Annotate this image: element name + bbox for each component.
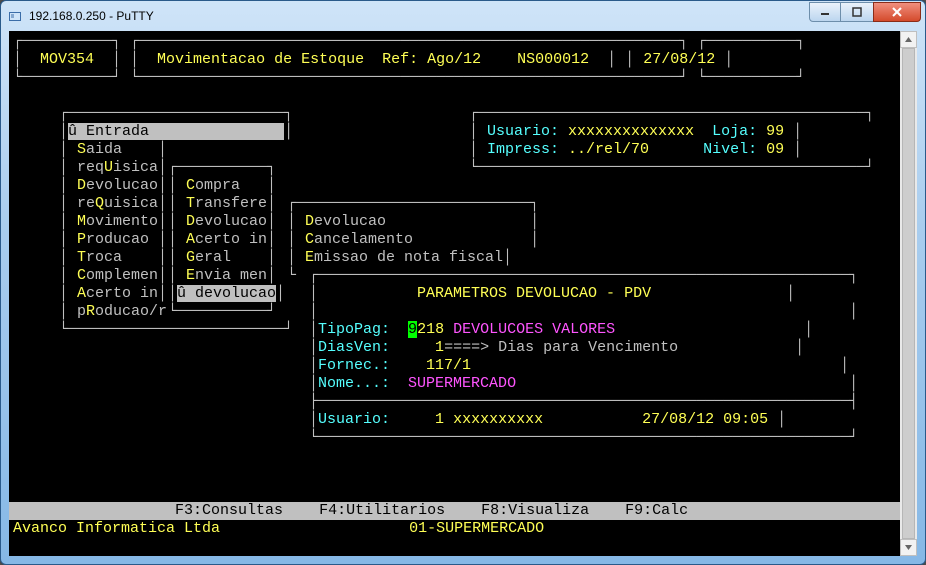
header-date: 27/08/12 <box>643 51 715 68</box>
usuario-value: xxxxxxxxxxxxxx <box>568 123 694 140</box>
panel-title: PARAMETROS DEVOLUCAO - PDV <box>417 285 651 302</box>
header-ref: Ref: Ago/12 <box>382 51 481 68</box>
p-usuario-value: 1 <box>435 411 444 428</box>
f4-label[interactable]: F4:Utilitarios <box>319 502 445 519</box>
company-name: Avanco Informatica Ltda <box>13 520 220 537</box>
diasven-label: DiasVen: <box>318 339 390 356</box>
tipopag-desc: DEVOLUCOES VALORES <box>453 321 615 338</box>
impress-label: Impress: <box>487 141 559 158</box>
minimize-button[interactable] <box>809 2 841 22</box>
nome-value: SUPERMERCADO <box>408 375 516 392</box>
window-frame: 192.168.0.250 - PuTTY ┌──────────┐ ┌────… <box>0 0 926 565</box>
loja-label: Loja: <box>712 123 757 140</box>
close-button[interactable] <box>873 2 921 22</box>
fornec-label: Fornec.: <box>318 357 390 374</box>
usuario-label: Usuario: <box>487 123 559 140</box>
window-title: 192.168.0.250 - PuTTY <box>29 9 154 23</box>
window-buttons <box>809 1 921 22</box>
nivel-label: Nivel: <box>703 141 757 158</box>
fornec-value: 117/1 <box>426 357 471 374</box>
header-title: Movimentacao de Estoque <box>157 51 364 68</box>
store-name: 01-SUPERMERCADO <box>409 520 544 537</box>
p-usuario-label: Usuario: <box>318 411 390 428</box>
p-usuario-name: xxxxxxxxxx <box>453 411 543 428</box>
p-datetime: 27/08/12 09:05 <box>642 411 768 428</box>
maximize-button[interactable] <box>841 2 873 22</box>
f8-label[interactable]: F8:Visualiza <box>481 502 589 519</box>
diasven-desc: ====> Dias para Vencimento <box>444 339 678 356</box>
tipopag-rest: 218 <box>417 321 444 338</box>
menu2-selected[interactable]: û devolucao <box>177 285 276 302</box>
header-ns: NS000012 <box>517 51 589 68</box>
loja-value: 99 <box>766 123 784 140</box>
putty-icon <box>7 8 23 24</box>
tipopag-cursor[interactable]: 9 <box>408 321 417 338</box>
f9-label[interactable]: F9:Calc <box>625 502 688 519</box>
f3-label[interactable]: F3:Consultas <box>175 502 283 519</box>
impress-value: ../rel/70 <box>568 141 649 158</box>
nome-label: Nome...: <box>318 375 390 392</box>
nivel-value: 09 <box>766 141 784 158</box>
terminal[interactable]: ┌──────────┐ ┌──────────────────────────… <box>9 31 917 556</box>
titlebar[interactable]: 192.168.0.250 - PuTTY <box>1 1 925 31</box>
menu1-selected[interactable]: û Entrada <box>68 123 149 140</box>
diasven-value: 1 <box>435 339 444 356</box>
header-code: MOV354 <box>40 51 94 68</box>
tipopag-label: TipoPag: <box>318 321 390 338</box>
